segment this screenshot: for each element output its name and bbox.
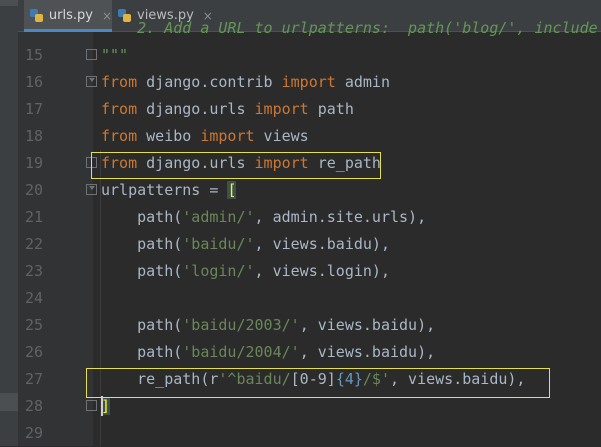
code-token: from: [101, 154, 138, 172]
code-text: from weibo import views: [101, 123, 309, 150]
code-line: 17 from django.urls import path: [0, 96, 601, 123]
fold-end-icon[interactable]: [86, 49, 97, 60]
code-token: re_path: [308, 154, 381, 172]
code-text: from django.urls import path: [101, 96, 354, 123]
code-token: admin: [335, 73, 390, 91]
code-line: 28]: [0, 393, 601, 420]
fold-collapse-icon[interactable]: [86, 76, 97, 87]
code-token: , views.baidu),: [390, 370, 526, 388]
code-token: , views.login),: [254, 262, 390, 280]
code-token: 'baidu/2003/': [182, 316, 300, 334]
code-token: {4}: [335, 370, 363, 388]
code-token: urlpatterns =: [101, 181, 228, 199]
code-line: 21 path('admin/', admin.site.urls),: [0, 204, 601, 231]
code-text: re_path(r'^baidu/[0-9]{4}/$', views.baid…: [101, 366, 525, 393]
code-text: path('admin/', admin.site.urls),: [101, 204, 426, 231]
code-line: 25 path('baidu/2003/', views.baidu),: [0, 312, 601, 339]
code-token: """: [101, 46, 129, 64]
line-number: 29: [24, 424, 43, 442]
code-token: from: [101, 127, 138, 145]
code-text: path('baidu/2004/', views.baidu),: [101, 339, 435, 366]
line-number: 28: [24, 397, 43, 415]
code-token: , views.baidu),: [254, 235, 390, 253]
code-text: path('baidu/', views.baidu),: [101, 231, 390, 258]
code-text: 2. Add a URL to urlpatterns: path('blog/…: [101, 15, 598, 42]
text-caret: [101, 396, 103, 416]
line-number: 16: [24, 73, 43, 91]
code-token: /$: [362, 370, 381, 388]
code-line: 16 from django.contrib import admin: [0, 69, 601, 96]
code-token: django.urls: [137, 100, 255, 118]
line-number: 23: [24, 262, 43, 280]
code-text: """: [101, 42, 128, 69]
fold-end-icon[interactable]: [86, 400, 97, 411]
fold-collapse-icon[interactable]: [86, 184, 97, 195]
code-text: path('login/', views.login),: [101, 258, 390, 285]
line-number: 22: [24, 235, 43, 253]
line-number: 18: [24, 127, 43, 145]
code-line: 2. Add a URL to urlpatterns: path('blog/…: [0, 15, 601, 42]
code-token: re_path(r: [101, 370, 219, 388]
code-token: import: [254, 100, 309, 118]
line-number: 24: [24, 289, 43, 307]
code-token: , admin.site.urls),: [254, 208, 427, 226]
line-number: 26: [24, 343, 43, 361]
fold-end-icon[interactable]: [86, 157, 97, 168]
code-text: from django.urls import re_path: [101, 150, 381, 177]
code-line: 22 path('baidu/', views.baidu),: [0, 231, 601, 258]
line-number: 20: [24, 181, 43, 199]
line-number: 27: [24, 370, 43, 388]
code-line: 24: [0, 285, 601, 312]
code-line: 29: [0, 420, 601, 447]
code-line: 18 from weibo import views: [0, 123, 601, 150]
code-token: ': [380, 370, 390, 388]
code-line: 15 """: [0, 42, 601, 69]
code-token: [: [227, 181, 237, 199]
code-token: path(: [101, 343, 183, 361]
code-token: path(: [101, 235, 183, 253]
code-token: path(: [101, 316, 183, 334]
code-token: import: [281, 73, 336, 91]
code-token: '^baidu/: [218, 370, 291, 388]
code-line: 26 path('baidu/2004/', views.baidu),: [0, 339, 601, 366]
code-token: path(: [101, 262, 183, 280]
line-number: 25: [24, 316, 43, 334]
code-token: views: [254, 127, 309, 145]
code-line: 23 path('login/', views.login),: [0, 258, 601, 285]
line-number: 17: [24, 100, 43, 118]
code-token: from: [101, 100, 138, 118]
code-token: import: [200, 127, 255, 145]
code-token: django.contrib: [137, 73, 282, 91]
strip-marker: [0, 0, 18, 6]
code-token: from: [101, 73, 138, 91]
code-token: , views.baidu),: [299, 343, 436, 361]
code-token: [0-9]: [290, 370, 336, 388]
code-token: 'baidu/2004/': [182, 343, 300, 361]
code-line: 27 re_path(r'^baidu/[0-9]{4}/$', views.b…: [0, 366, 601, 393]
code-token: django.urls: [137, 154, 255, 172]
code-token: 'admin/': [182, 208, 255, 226]
code-token: import: [254, 154, 309, 172]
code-token: path: [308, 100, 354, 118]
code-token: , views.baidu),: [299, 316, 436, 334]
code-token: path(: [101, 208, 183, 226]
code-text: urlpatterns = [: [101, 177, 237, 204]
code-token: weibo: [137, 127, 201, 145]
code-line: 20 urlpatterns = [: [0, 177, 601, 204]
code-line: 19 from django.urls import re_path: [0, 150, 601, 177]
line-number: 15: [24, 46, 43, 64]
line-number: 21: [24, 208, 43, 226]
line-number: 19: [24, 154, 43, 172]
code-token: 'baidu/': [182, 235, 255, 253]
code-text: from django.contrib import admin: [101, 69, 390, 96]
code-text: path('baidu/2003/', views.baidu),: [101, 312, 435, 339]
code-token: 2. Add a URL to urlpatterns: path('blog/…: [101, 19, 598, 37]
code-token: 'login/': [182, 262, 255, 280]
